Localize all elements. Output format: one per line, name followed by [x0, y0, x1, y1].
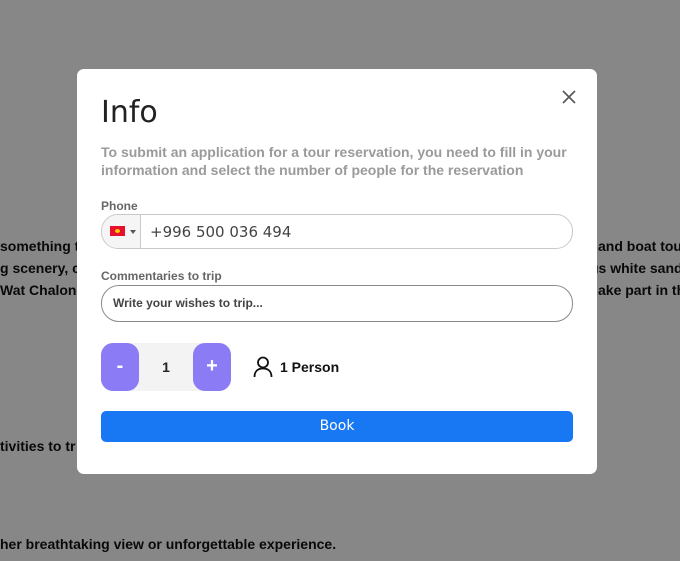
close-icon[interactable]	[559, 87, 579, 107]
country-select[interactable]	[102, 215, 141, 248]
comment-label: Commentaries to trip	[101, 269, 222, 283]
kyrgyzstan-flag-icon	[110, 226, 125, 236]
person-count-text: 1 Person	[280, 359, 340, 375]
phone-label: Phone	[101, 199, 138, 213]
phone-field[interactable]: +996 500 036 494	[101, 214, 573, 249]
decrement-button[interactable]: -	[101, 343, 139, 391]
phone-input[interactable]: +996 500 036 494	[150, 223, 291, 241]
modal-title: Info	[101, 95, 158, 130]
quantity-stepper: - 1 +	[101, 343, 231, 391]
chevron-down-icon	[130, 230, 136, 234]
comment-input[interactable]: Write your wishes to trip...	[113, 296, 263, 310]
booking-modal: Info To submit an application for a tour…	[77, 69, 597, 474]
quantity-value: 1	[162, 359, 170, 375]
comment-field[interactable]: Write your wishes to trip...	[101, 285, 573, 322]
book-button[interactable]: Book	[101, 411, 573, 442]
person-icon	[253, 356, 273, 378]
modal-subtitle: To submit an application for a tour rese…	[101, 144, 567, 178]
increment-button[interactable]: +	[193, 343, 231, 391]
